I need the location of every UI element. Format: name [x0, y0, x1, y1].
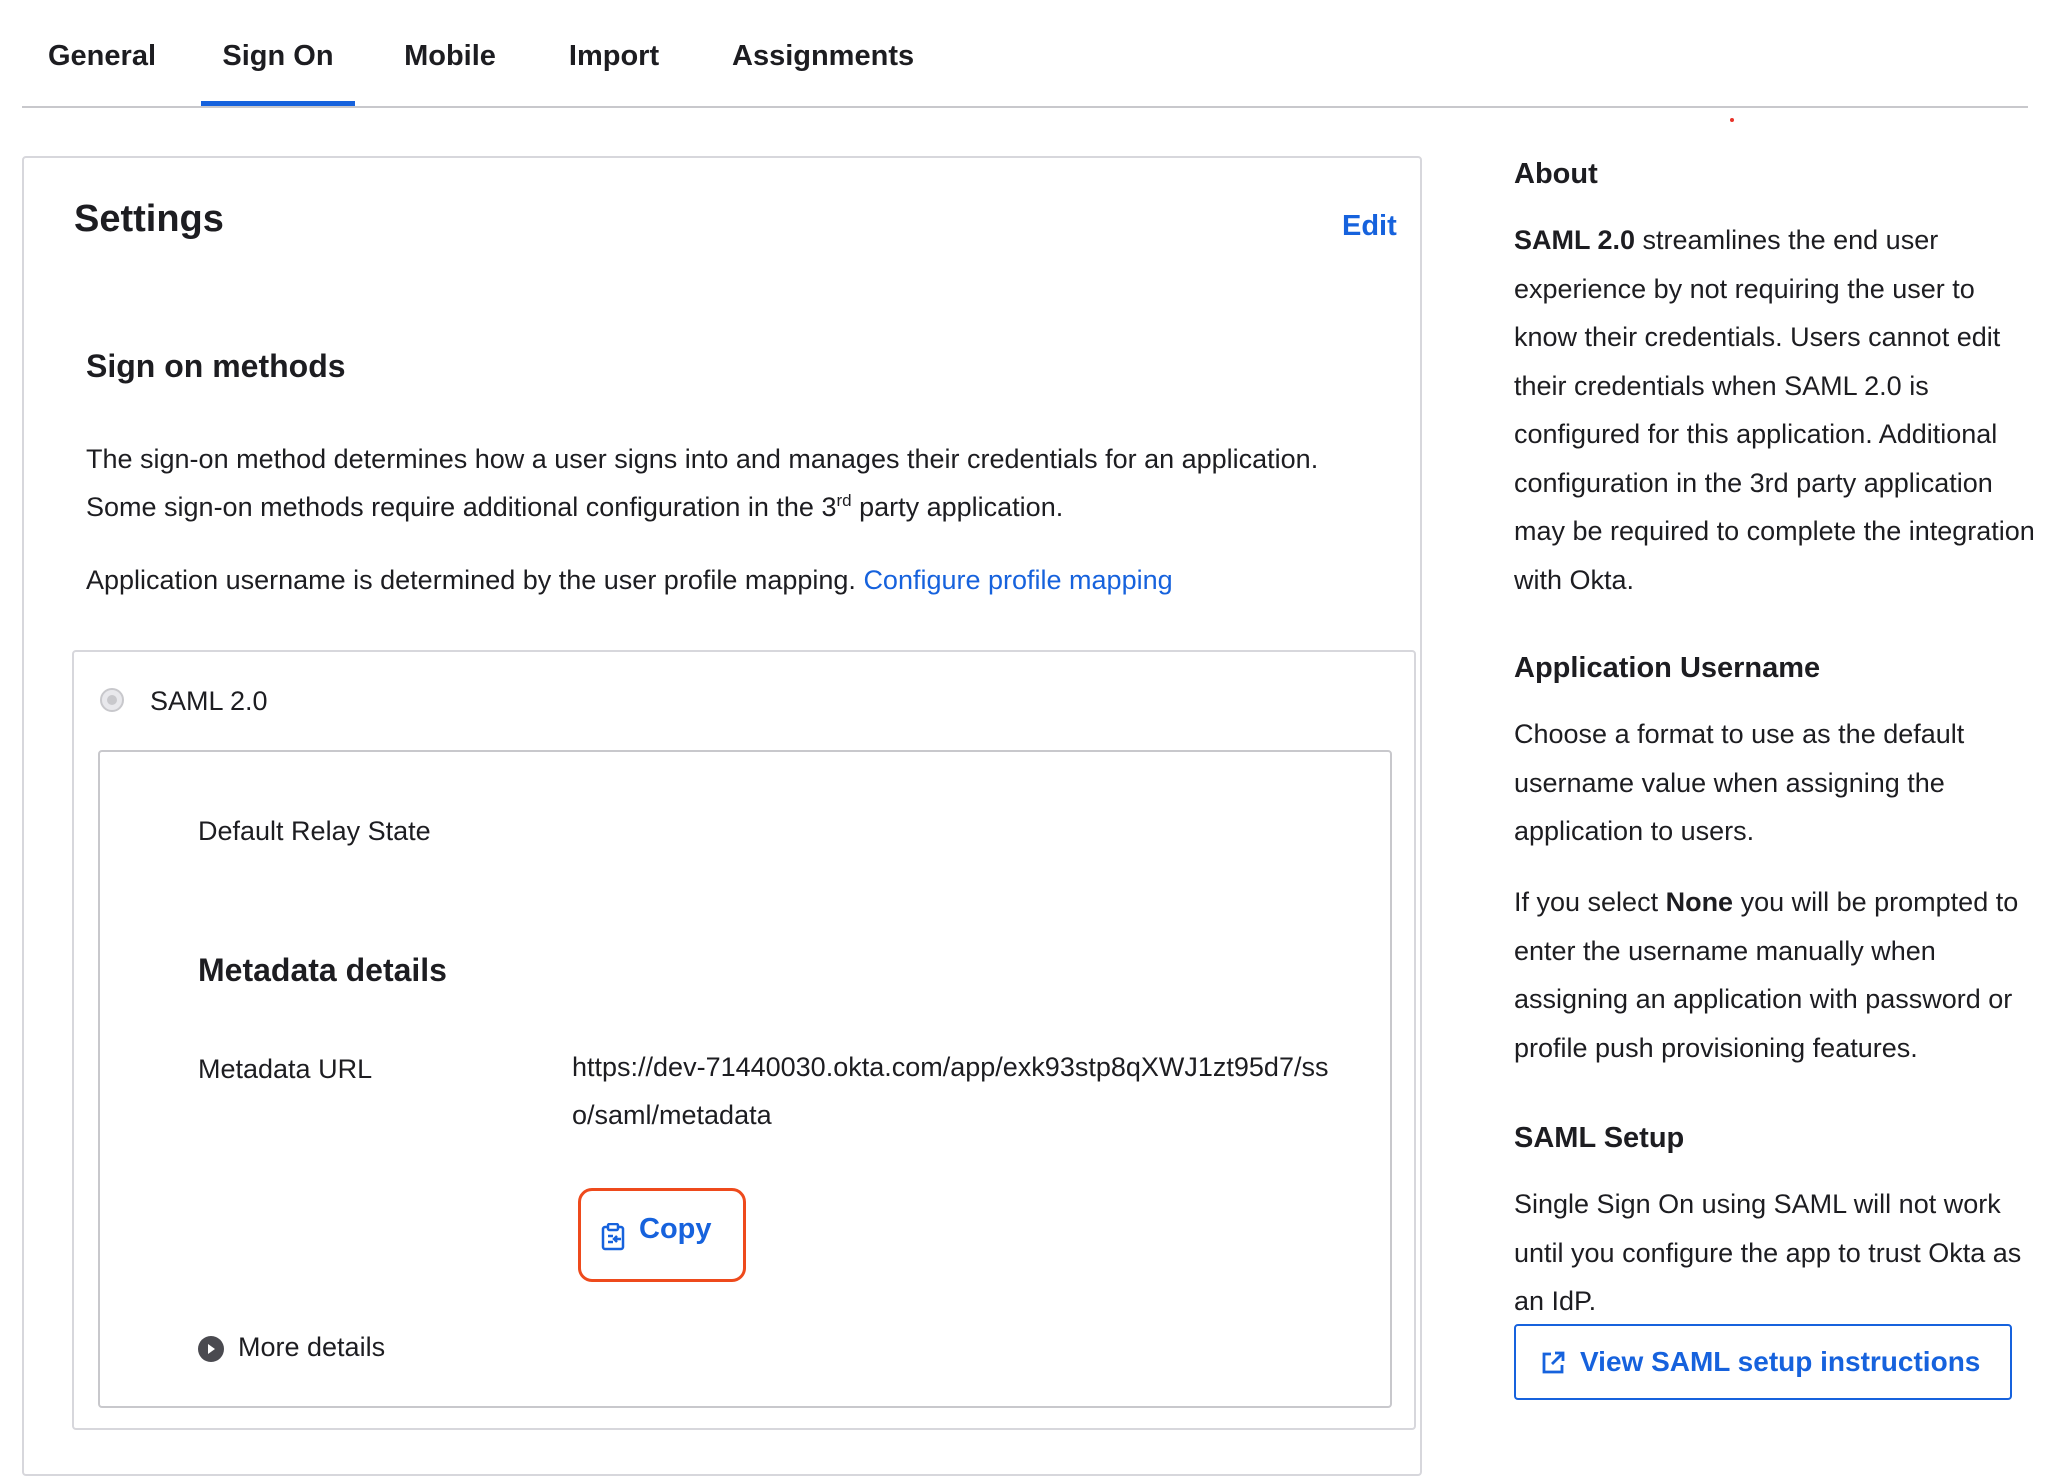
username-mapping-label: Application username is determined by th…	[86, 565, 856, 595]
app-username-heading: Application Username	[1514, 652, 1821, 684]
tab-sign-on[interactable]: Sign On	[201, 40, 355, 106]
view-saml-setup-label: View SAML setup instructions	[1580, 1346, 1981, 1377]
copy-button[interactable]: Copy	[578, 1188, 746, 1282]
about-bold-lead: SAML 2.0	[1514, 225, 1636, 255]
saml-radio[interactable]	[100, 688, 124, 712]
edit-button[interactable]: Edit	[1342, 210, 1397, 243]
clipboard-icon	[601, 1223, 625, 1251]
saml-setup-heading: SAML Setup	[1514, 1122, 1685, 1154]
copy-label: Copy	[639, 1213, 712, 1245]
metadata-details-heading: Metadata details	[198, 952, 447, 988]
tab-bar: General Sign On Mobile Import Assignment…	[22, 0, 2028, 108]
about-body: streamlines the end user experience by n…	[1514, 225, 2035, 595]
none-text-bold: None	[1665, 887, 1734, 917]
tab-import[interactable]: Import	[566, 40, 662, 106]
tab-mobile[interactable]: Mobile	[402, 40, 498, 106]
default-relay-state-label: Default Relay State	[198, 816, 431, 846]
sign-on-description: The sign-on method determines how a user…	[86, 435, 1396, 531]
tab-assignments[interactable]: Assignments	[732, 40, 914, 106]
sign-on-description-text: The sign-on method determines how a user…	[86, 444, 1319, 522]
about-heading: About	[1514, 158, 1598, 190]
saml-option-label: SAML 2.0	[150, 686, 268, 716]
sign-on-description-sup: rd	[836, 491, 852, 510]
username-mapping-text: Application username is determined by th…	[86, 556, 1396, 604]
external-link-icon	[1542, 1351, 1565, 1374]
settings-title: Settings	[74, 198, 224, 240]
sign-on-methods-heading: Sign on methods	[86, 348, 346, 384]
metadata-url-label: Metadata URL	[198, 1054, 373, 1084]
about-text: SAML 2.0 streamlines the end user experi…	[1514, 216, 2044, 604]
app-username-text: Choose a format to use as the default us…	[1514, 719, 1965, 846]
more-details-link[interactable]: More details	[238, 1332, 385, 1363]
metadata-url-value: https://dev-71440030.okta.com/app/exk93s…	[572, 1052, 1329, 1130]
chevron-right-circle-icon[interactable]	[198, 1336, 224, 1362]
saml-setup-text: Single Sign On using SAML will not work …	[1514, 1189, 2022, 1316]
sign-on-description-end: party application.	[851, 492, 1064, 522]
view-saml-setup-button[interactable]: View SAML setup instructions	[1514, 1324, 2012, 1400]
tab-general[interactable]: General	[47, 40, 157, 106]
none-text-pre: If you select	[1514, 887, 1666, 917]
marker-dot	[1730, 118, 1734, 122]
configure-profile-mapping-link[interactable]: Configure profile mapping	[863, 565, 1172, 595]
app-username-none-text: If you select None you will be prompted …	[1514, 878, 2044, 1072]
